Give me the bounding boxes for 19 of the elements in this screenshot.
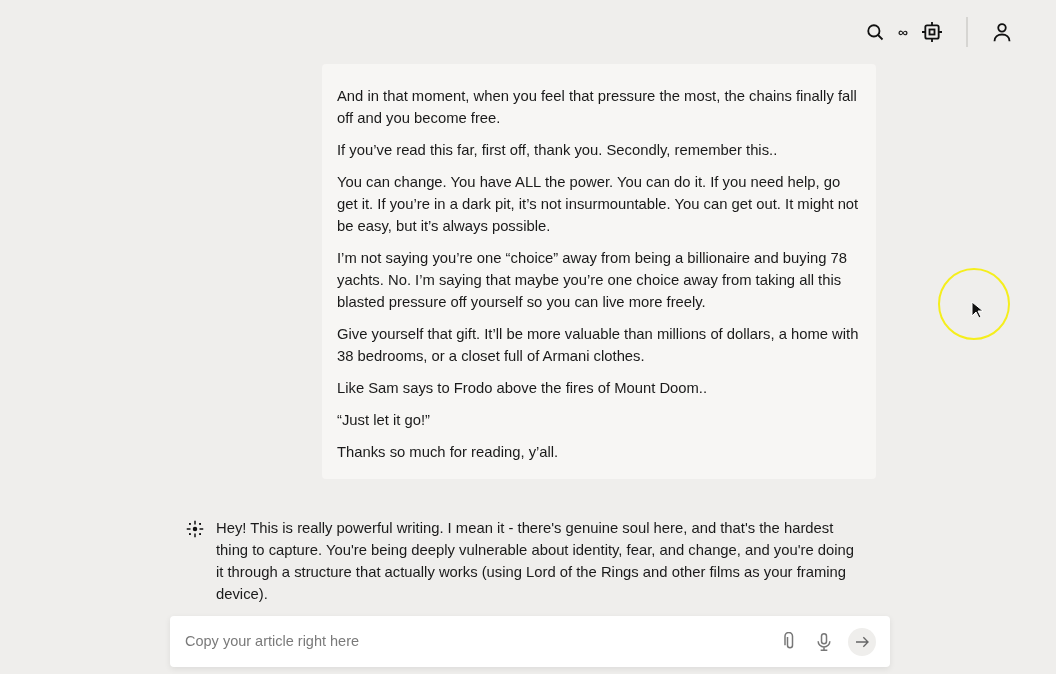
message-paragraph: You can change. You have ALL the power. You can do it. If you need help, go get it. If you’re in a dark pit, it’s not insurmountable. You can get out. It might not be easy, but it’s always possible. xyxy=(337,173,860,236)
assistant-message: Hey! This is really powerful writing. I mean it - there's genuine soul here, and that's the hardest thing to capture. You're being deeply vulnerable about identity, fear, and change, and you're doing it through a structure that actually works (using Lord of the Rings and other films as your framing device). xyxy=(216,519,855,604)
microphone-icon[interactable] xyxy=(814,631,834,652)
user-icon[interactable] xyxy=(992,22,1012,42)
message-paragraph: “Just let it go!” xyxy=(337,411,431,430)
message-paragraph: Thanks so much for reading, y’all. xyxy=(337,443,560,462)
article-input[interactable]: Copy your article right here xyxy=(185,630,766,653)
message-paragraph: Like Sam says to Frodo above the fires of Mount Doom.. xyxy=(337,379,709,398)
message-paragraph: And in that moment, when you feel that pressure the most, the chains finally fall off and you become free. xyxy=(337,87,858,128)
infinity-link[interactable]: ∞ xyxy=(898,21,908,43)
search-icon[interactable] xyxy=(866,23,884,41)
cursor-icon xyxy=(971,301,983,319)
message-paragraph: I’m not saying you’re one “choice” away from being a billionaire and buying 78 yachts. No. I’m saying that maybe you’re one choice away from taking all this blasted pressure off yourself so you can live more freely. xyxy=(337,249,848,312)
composer-field[interactable]: Copy your article right here xyxy=(170,616,890,667)
chip-icon[interactable] xyxy=(922,22,942,42)
send-button[interactable] xyxy=(848,627,876,656)
sparkle-icon xyxy=(186,520,204,538)
message-paragraph: Give yourself that gift. It’ll be more valuable than millions of dollars, a home with 38 bedrooms, or a closet full of Armani clothes. xyxy=(337,325,860,366)
message-paragraph: If you’ve read this far, first off, thank you. Secondly, remember this.. xyxy=(337,141,779,160)
